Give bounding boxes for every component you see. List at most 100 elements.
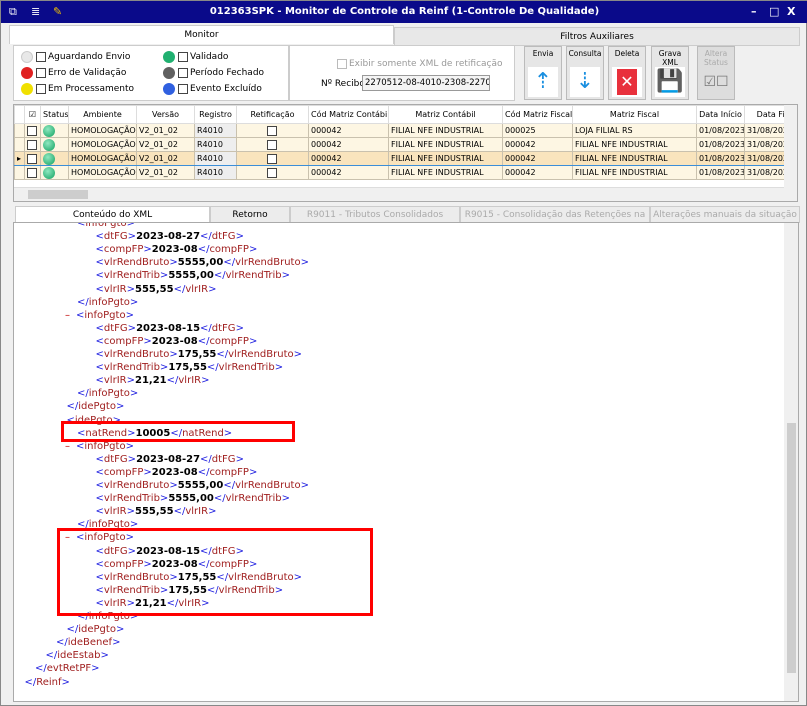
col-cod-matriz-contabil[interactable]: Cód Matriz Contábil <box>308 105 389 124</box>
checkbox[interactable] <box>178 51 188 62</box>
legend-evento-excluido[interactable]: Evento Excluído <box>163 82 262 96</box>
status-icon <box>40 151 69 166</box>
tab-monitor[interactable]: Monitor <box>9 25 394 44</box>
cell-cod-matriz-fiscal[interactable]: 000025 <box>502 123 573 138</box>
legend-erro[interactable]: Erro de Validação <box>21 66 126 80</box>
checkbox[interactable] <box>36 67 46 78</box>
cell-registro[interactable]: R4010 <box>194 151 237 166</box>
cell-ambiente[interactable]: HOMOLOGAÇÃO <box>68 151 137 166</box>
tab-xml-1[interactable]: Retorno <box>210 206 290 223</box>
cell-retificacao[interactable] <box>236 165 309 180</box>
status-dot-icon <box>21 50 33 63</box>
minimize-button[interactable]: – <box>751 5 757 18</box>
col-data-inicio[interactable]: Data Início <box>696 105 745 124</box>
cell-data-inicio[interactable]: 01/08/2023 <box>696 123 745 138</box>
cell-registro[interactable]: R4010 <box>194 137 237 152</box>
row-checkbox[interactable] <box>24 165 41 180</box>
tab-xml-4[interactable]: Alterações manuais da situação do evento <box>650 206 800 236</box>
recibo-label: Nº Recibo: <box>321 79 368 89</box>
col-matriz-fiscal[interactable]: Matriz Fiscal <box>572 105 697 124</box>
tab-filtros-auxiliares[interactable]: Filtros Auxiliares <box>394 27 800 46</box>
grava-xml-button[interactable]: Grava XML 💾 <box>651 46 689 100</box>
col-cod-matriz-fiscal[interactable]: Cód Matriz Fiscal <box>502 105 573 124</box>
checkbox[interactable] <box>178 83 188 94</box>
cell-data-inicio[interactable]: 01/08/2023 <box>696 137 745 152</box>
cell-registro[interactable]: R4010 <box>194 123 237 138</box>
col-retificacao[interactable]: Retificação <box>236 105 309 124</box>
table-row[interactable]: HOMOLOGAÇÃO V2_01_02 R4010 000042 FILIAL NFE… <box>14 137 797 152</box>
checkbox[interactable] <box>178 67 188 78</box>
table-row[interactable]: HOMOLOGAÇÃO V2_01_02 R4010 000042 FILIAL NFE… <box>14 123 797 138</box>
cell-retificacao[interactable] <box>236 151 309 166</box>
cell-cod-matriz-contabil[interactable]: 000042 <box>308 151 389 166</box>
cell-retificacao[interactable] <box>236 123 309 138</box>
cell-ambiente[interactable]: HOMOLOGAÇÃO <box>68 123 137 138</box>
table-row[interactable]: HOMOLOGAÇÃO V2_01_02 R4010 000042 FILIAL NFE… <box>14 165 797 180</box>
col-versao[interactable]: Versão <box>136 105 195 124</box>
cell-cod-matriz-fiscal[interactable]: 000042 <box>502 137 573 152</box>
cell-cod-matriz-fiscal[interactable]: 000042 <box>502 151 573 166</box>
grid-header: ☑ Status Ambiente Versão Registro Retificação… <box>14 105 797 124</box>
row-checkbox[interactable] <box>24 123 41 138</box>
altera-status-button[interactable]: Altera Status ☑☐ <box>697 46 735 100</box>
cell-retificacao[interactable] <box>236 137 309 152</box>
xml-vertical-scrollbar[interactable] <box>784 223 798 701</box>
recibo-input[interactable]: 2270512-08-4010-2308-2270512 <box>362 75 490 91</box>
vertical-scrollbar[interactable] <box>784 105 797 201</box>
cell-matriz-fiscal[interactable]: FILIAL NFE INDUSTRIAL <box>572 137 697 152</box>
cell-data-inicio[interactable]: 01/08/2023 <box>696 151 745 166</box>
cell-ambiente[interactable]: HOMOLOGAÇÃO <box>68 137 137 152</box>
download-icon: ⇣ <box>570 67 600 97</box>
col-registro[interactable]: Registro <box>194 105 237 124</box>
xml-viewer[interactable]: <infoPgto> <dtFG>2023-08-27</dtFG> <compFP… <box>13 222 799 702</box>
tab-xml-2[interactable]: R9011 - Tributos Consolidados <box>290 206 460 223</box>
collapse-icon[interactable]: – <box>65 441 70 452</box>
cell-matriz-fiscal[interactable]: FILIAL NFE INDUSTRIAL <box>572 165 697 180</box>
cell-cod-matriz-fiscal[interactable]: 000042 <box>502 165 573 180</box>
col-matriz-contabil[interactable]: Matriz Contábil <box>388 105 503 124</box>
checkbox[interactable] <box>36 83 46 94</box>
cell-ambiente[interactable]: HOMOLOGAÇÃO <box>68 165 137 180</box>
consulta-button[interactable]: Consulta ⇣ <box>566 46 604 100</box>
col-select[interactable]: ☑ <box>24 105 41 124</box>
horizontal-scrollbar[interactable] <box>14 187 784 201</box>
cell-matriz-contabil[interactable]: FILIAL NFE INDUSTRIAL <box>388 165 503 180</box>
table-row[interactable]: ▸ HOMOLOGAÇÃO V2_01_02 R4010 000042 FILIAL NF… <box>14 151 797 166</box>
cell-matriz-fiscal[interactable]: LOJA FILIAL RS <box>572 123 697 138</box>
tab-xml-3[interactable]: R9015 - Consolidação das Retenções na Fo… <box>460 206 650 236</box>
maximize-button[interactable]: □ <box>769 5 779 18</box>
retificacao-checkbox[interactable]: Exibir somente XML de retificação <box>337 57 503 71</box>
cell-versao[interactable]: V2_01_02 <box>136 137 195 152</box>
row-checkbox[interactable] <box>24 151 41 166</box>
col-ambiente[interactable]: Ambiente <box>68 105 137 124</box>
col-status[interactable]: Status <box>40 105 69 124</box>
checkbox[interactable] <box>36 51 46 62</box>
status-dot-icon <box>163 82 175 95</box>
cell-matriz-fiscal[interactable]: FILIAL NFE INDUSTRIAL <box>572 151 697 166</box>
cell-data-inicio[interactable]: 01/08/2023 <box>696 165 745 180</box>
cell-matriz-contabil[interactable]: FILIAL NFE INDUSTRIAL <box>388 137 503 152</box>
legend-label: Em Processamento <box>48 84 135 94</box>
cell-versao[interactable]: V2_01_02 <box>136 151 195 166</box>
legend-validado[interactable]: Validado <box>163 50 228 64</box>
row-checkbox[interactable] <box>24 137 41 152</box>
xml-line: </idePgto> <box>66 624 125 636</box>
cell-versao[interactable]: V2_01_02 <box>136 165 195 180</box>
legend-periodo-fechado[interactable]: Período Fechado <box>163 66 264 80</box>
close-button[interactable]: X <box>787 5 795 18</box>
legend-aguardando[interactable]: Aguardando Envio <box>21 50 130 64</box>
tab-xml-0[interactable]: Conteúdo do XML <box>15 206 210 223</box>
cell-cod-matriz-contabil[interactable]: 000042 <box>308 123 389 138</box>
cell-cod-matriz-contabil[interactable]: 000042 <box>308 165 389 180</box>
cell-registro[interactable]: R4010 <box>194 165 237 180</box>
collapse-icon[interactable]: – <box>65 310 70 321</box>
legend-processamento[interactable]: Em Processamento <box>21 82 134 96</box>
envia-button[interactable]: Envia ⇡ <box>524 46 562 100</box>
xml-line: <vlrRendTrib>5555,00</vlrRendTrib> <box>95 270 291 282</box>
cell-cod-matriz-contabil[interactable]: 000042 <box>308 137 389 152</box>
deleta-button[interactable]: Deleta ✕ <box>608 46 646 100</box>
cell-matriz-contabil[interactable]: FILIAL NFE INDUSTRIAL <box>388 123 503 138</box>
cell-matriz-contabil[interactable]: FILIAL NFE INDUSTRIAL <box>388 151 503 166</box>
cell-versao[interactable]: V2_01_02 <box>136 123 195 138</box>
xml-line: <vlrIR>555,55</vlrIR> <box>95 283 217 295</box>
